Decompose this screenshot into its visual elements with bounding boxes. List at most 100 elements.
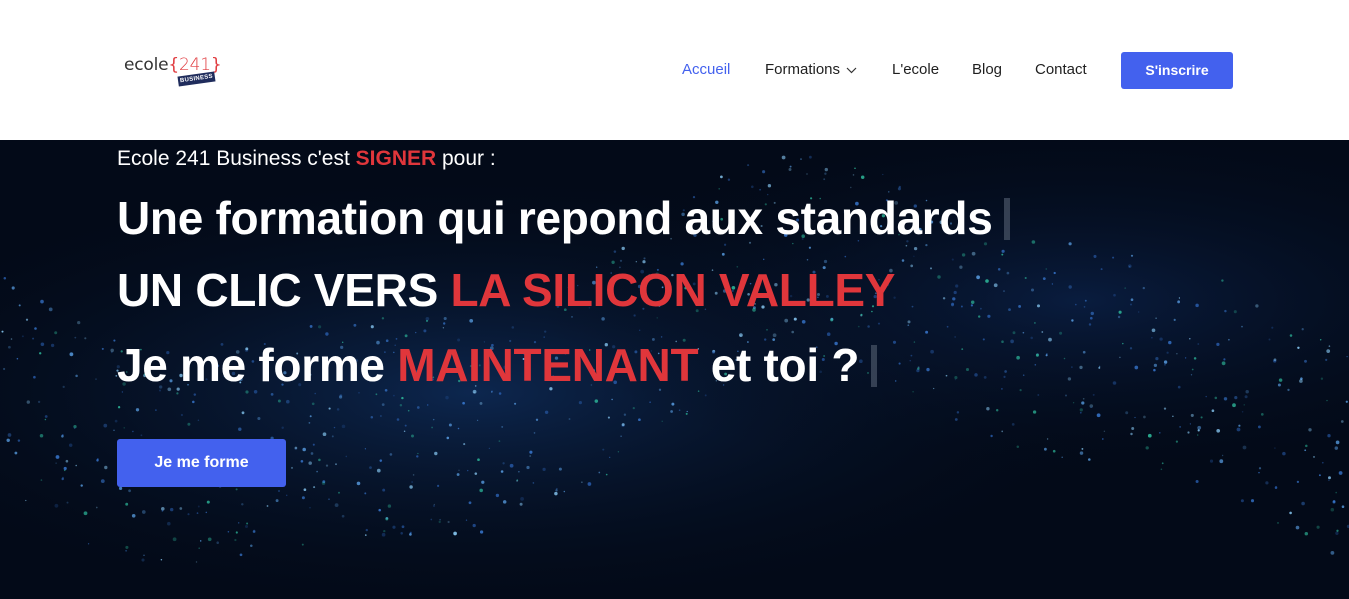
- particle-dot: [96, 459, 99, 462]
- particle-dot: [370, 416, 374, 419]
- particle-dot: [1241, 411, 1244, 413]
- particle-dot: [439, 518, 441, 521]
- particle-dot: [1325, 358, 1328, 362]
- particle-dot: [381, 403, 385, 406]
- particle-dot: [345, 455, 348, 458]
- particle-dot: [1153, 363, 1158, 368]
- particle-dot: [128, 489, 131, 493]
- particle-dot: [416, 455, 419, 458]
- particle-dot: [1221, 361, 1226, 366]
- particle-dot: [898, 185, 901, 189]
- particle-dot: [1335, 440, 1340, 445]
- particle-dot: [1304, 449, 1307, 452]
- particle-dot: [956, 411, 960, 414]
- particle-dot: [1024, 276, 1027, 280]
- particle-dot: [192, 400, 195, 404]
- particle-dot: [1289, 511, 1292, 515]
- particle-dot: [926, 367, 930, 372]
- particle-dot: [26, 400, 30, 404]
- hero-intro-after: pour :: [436, 147, 496, 170]
- particle-dot: [1003, 375, 1006, 378]
- nav-item-formations-label: Formations: [765, 61, 841, 78]
- particle-dot: [469, 318, 474, 323]
- particle-dot: [1316, 525, 1320, 529]
- particle-dot: [317, 325, 322, 329]
- particle-dot: [54, 503, 59, 508]
- particle-dot: [308, 461, 312, 465]
- particle-dot: [952, 297, 956, 301]
- particle-dot: [1345, 400, 1348, 403]
- particle-dot: [533, 432, 536, 434]
- particle-dot: [621, 423, 625, 427]
- particle-dot: [1119, 356, 1121, 359]
- particle-dot: [40, 479, 43, 481]
- particle-dot: [325, 332, 329, 336]
- particle-dot: [383, 529, 386, 533]
- particle-dot: [1328, 479, 1330, 481]
- particle-dot: [1088, 323, 1092, 326]
- particle-dot: [558, 467, 562, 471]
- particle-dot: [1001, 388, 1003, 390]
- nav-item-blog[interactable]: Blog: [972, 52, 1002, 88]
- particle-dot: [808, 246, 811, 249]
- particle-dot: [678, 409, 681, 412]
- typing-cursor: [871, 344, 878, 387]
- particle-dot: [1161, 462, 1164, 465]
- particle-dot: [955, 284, 959, 288]
- particle-dot: [294, 446, 298, 450]
- particle-dot: [1101, 438, 1104, 440]
- particle-dot: [187, 422, 191, 426]
- particle-dot: [587, 482, 592, 486]
- particle-dot: [68, 443, 73, 447]
- particle-dot: [353, 323, 357, 327]
- particle-dot: [1190, 413, 1194, 417]
- particle-dot: [1299, 379, 1303, 383]
- particle-dot: [990, 434, 993, 438]
- particle-dot: [167, 521, 171, 526]
- particle-dot: [266, 505, 269, 507]
- particle-dot: [83, 511, 88, 516]
- particle-dot: [1308, 428, 1312, 432]
- particle-dot: [1196, 434, 1199, 436]
- nav-item-accueil[interactable]: Accueil: [682, 52, 730, 88]
- particle-dot: [415, 331, 417, 334]
- particle-dot: [458, 469, 460, 471]
- particle-dot: [581, 481, 583, 483]
- particle-dot: [1233, 310, 1237, 314]
- particle-dot: [747, 164, 750, 167]
- particle-dot: [598, 471, 601, 474]
- particle-dot: [438, 520, 441, 524]
- particle-dot: [1082, 350, 1086, 354]
- particle-dot: [529, 450, 533, 454]
- particle-dot: [721, 252, 725, 256]
- particle-dot: [781, 155, 786, 160]
- nav-item-formations[interactable]: Formations: [765, 52, 857, 88]
- particle-dot: [1221, 279, 1224, 282]
- particle-dot: [639, 329, 641, 331]
- nav-item-lecole[interactable]: L'ecole: [892, 52, 939, 88]
- particle-dot: [396, 418, 400, 421]
- particle-dot: [1082, 397, 1085, 400]
- particle-dot: [333, 426, 336, 429]
- particle-dot: [961, 348, 964, 351]
- particle-dot: [75, 374, 78, 378]
- particle-dot: [1232, 403, 1236, 408]
- cta-button[interactable]: Je me forme: [117, 439, 286, 487]
- particle-dot: [1098, 366, 1101, 369]
- nav-item-contact[interactable]: Contact: [1035, 52, 1087, 88]
- particle-dot: [501, 425, 504, 428]
- particle-dot: [1327, 434, 1331, 438]
- particle-dot: [518, 471, 520, 473]
- particle-dot: [1336, 529, 1339, 532]
- signup-button[interactable]: S'inscrire: [1121, 52, 1233, 89]
- particle-dot: [544, 410, 549, 415]
- particle-dot: [301, 543, 304, 546]
- particle-dot: [502, 462, 505, 465]
- particle-dot: [227, 531, 230, 533]
- particle-dot: [1241, 325, 1243, 328]
- particle-dot: [385, 517, 389, 521]
- particle-dot: [1096, 413, 1101, 418]
- particle-dot: [197, 505, 200, 508]
- particle-dot: [535, 418, 539, 421]
- particle-dot: [526, 465, 530, 470]
